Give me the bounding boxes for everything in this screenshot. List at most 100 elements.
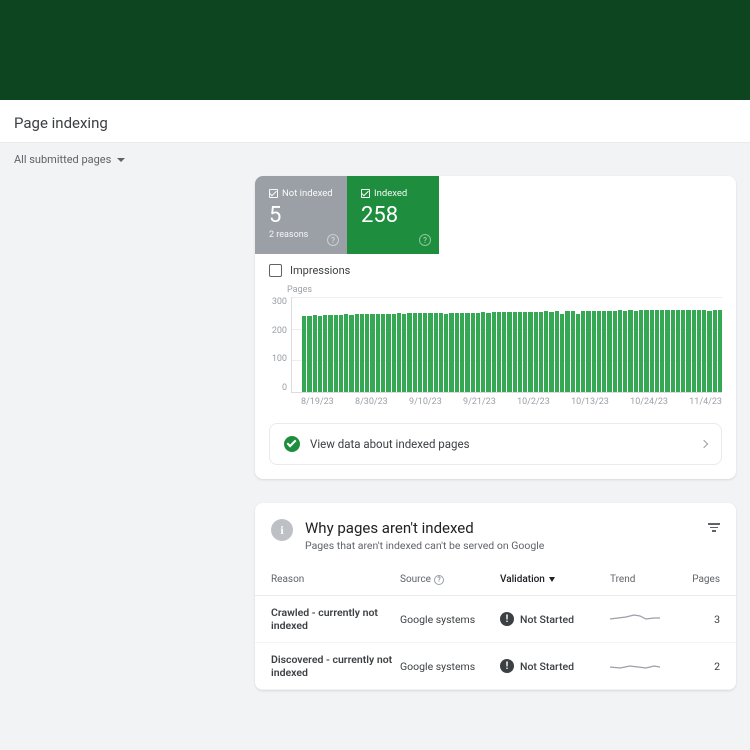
chart-bar	[497, 312, 501, 392]
chart-bar	[365, 314, 369, 392]
row-validation: !Not Started	[500, 612, 610, 626]
chart-bar	[402, 314, 406, 392]
table-row[interactable]: Discovered - currently not indexedGoogle…	[255, 643, 736, 690]
chart-bar	[481, 312, 485, 392]
chart-bar	[439, 313, 443, 392]
chart-bar	[665, 310, 669, 392]
chart-bar	[323, 315, 327, 392]
chart-bar	[302, 316, 306, 392]
chart-bar	[318, 316, 322, 392]
row-source: Google systems	[400, 613, 500, 626]
chart-bar	[713, 310, 717, 392]
chart-bar	[444, 314, 448, 392]
chart-bar	[565, 311, 569, 392]
chart-bar	[349, 315, 353, 392]
link-text: View data about indexed pages	[310, 437, 470, 451]
col-pages[interactable]: Pages	[680, 574, 720, 585]
chart-bar	[376, 314, 380, 392]
col-source[interactable]: Source?	[400, 574, 500, 585]
chart-bar	[407, 313, 411, 392]
help-icon[interactable]: ?	[419, 234, 431, 246]
chart-bar	[539, 312, 543, 392]
chart-bar	[639, 310, 643, 392]
chart-bar	[413, 313, 417, 392]
chart-bar	[428, 313, 432, 392]
stat-not-indexed[interactable]: Not indexed 5 2 reasons ?	[255, 176, 347, 254]
chart-bar	[576, 314, 580, 392]
chart-bar	[592, 311, 596, 392]
chart-bar	[634, 311, 638, 392]
checkbox-unchecked-icon	[269, 264, 282, 277]
chart-bar	[628, 310, 632, 392]
chart-bar	[697, 310, 701, 392]
chart-bar	[381, 314, 385, 392]
chart-bar	[618, 310, 622, 392]
exclamation-icon: !	[500, 612, 514, 626]
chart-bar	[313, 315, 317, 392]
chart-bar	[613, 311, 617, 392]
view-indexed-link[interactable]: View data about indexed pages	[269, 423, 722, 465]
col-validation[interactable]: Validation	[500, 574, 610, 585]
pages-chart: Pages 3002001000 8/19/238/30/239/10/239/…	[255, 285, 736, 415]
chart-bar	[455, 313, 459, 392]
chart-bar	[549, 312, 553, 392]
chart-bar	[449, 313, 453, 392]
chart-bar	[355, 314, 359, 392]
chart-bar	[392, 314, 396, 392]
chart-bar	[718, 310, 722, 392]
chart-bar	[681, 310, 685, 392]
chart-x-axis: 8/19/238/30/239/10/239/21/2310/2/2310/13…	[301, 397, 722, 407]
chart-bar	[555, 311, 559, 392]
impressions-label: Impressions	[290, 264, 350, 277]
chart-bar	[471, 313, 475, 392]
row-source: Google systems	[400, 660, 500, 673]
chart-bar	[334, 315, 338, 392]
chart-bar	[502, 312, 506, 392]
chart-bar	[581, 311, 585, 392]
chart-bar	[423, 313, 427, 392]
chart-bar	[507, 312, 511, 392]
chevron-right-icon	[700, 440, 708, 448]
chart-bar	[486, 313, 490, 392]
chart-bar	[528, 312, 532, 392]
chart-bar	[492, 312, 496, 392]
impressions-toggle[interactable]: Impressions	[255, 254, 736, 285]
chart-bar	[702, 310, 706, 392]
why-not-indexed-card: i Why pages aren't indexed Pages that ar…	[255, 503, 736, 690]
chart-bar	[686, 310, 690, 392]
filter-icon[interactable]	[708, 519, 720, 532]
table-header: Reason Source? Validation Trend Pages	[255, 564, 736, 596]
page-title: Page indexing	[14, 114, 736, 132]
filter-dropdown[interactable]: All submitted pages	[0, 143, 750, 176]
stat-not-indexed-sub: 2 reasons	[269, 230, 333, 240]
checkbox-checked-icon	[361, 189, 370, 198]
help-icon[interactable]: ?	[327, 234, 339, 246]
top-banner	[0, 0, 750, 100]
chart-bar	[513, 312, 517, 392]
chart-bar	[386, 314, 390, 392]
chart-bar	[707, 311, 711, 392]
chart-bar	[523, 312, 527, 392]
chart-bar	[586, 311, 590, 392]
chart-bar	[660, 310, 664, 392]
chart-bar	[534, 312, 538, 392]
row-reason: Discovered - currently not indexed	[271, 653, 400, 679]
stat-indexed[interactable]: Indexed 258 ?	[347, 176, 439, 254]
page-header: Page indexing	[0, 100, 750, 143]
row-trend	[610, 611, 680, 628]
chart-bar	[344, 314, 348, 392]
col-trend[interactable]: Trend	[610, 574, 680, 585]
chart-bar	[602, 311, 606, 392]
col-reason[interactable]: Reason	[271, 574, 400, 585]
chevron-down-icon	[117, 158, 125, 162]
table-row[interactable]: Crawled - currently not indexedGoogle sy…	[255, 596, 736, 643]
chart-bar	[307, 316, 311, 392]
stat-not-indexed-value: 5	[269, 203, 333, 228]
stat-indexed-value: 258	[361, 203, 425, 228]
chart-bar	[397, 313, 401, 392]
info-icon: i	[271, 519, 293, 541]
why-title: Why pages aren't indexed	[305, 519, 544, 537]
row-pages: 3	[680, 613, 720, 626]
row-pages: 2	[680, 660, 720, 673]
arrow-down-icon	[549, 577, 555, 582]
